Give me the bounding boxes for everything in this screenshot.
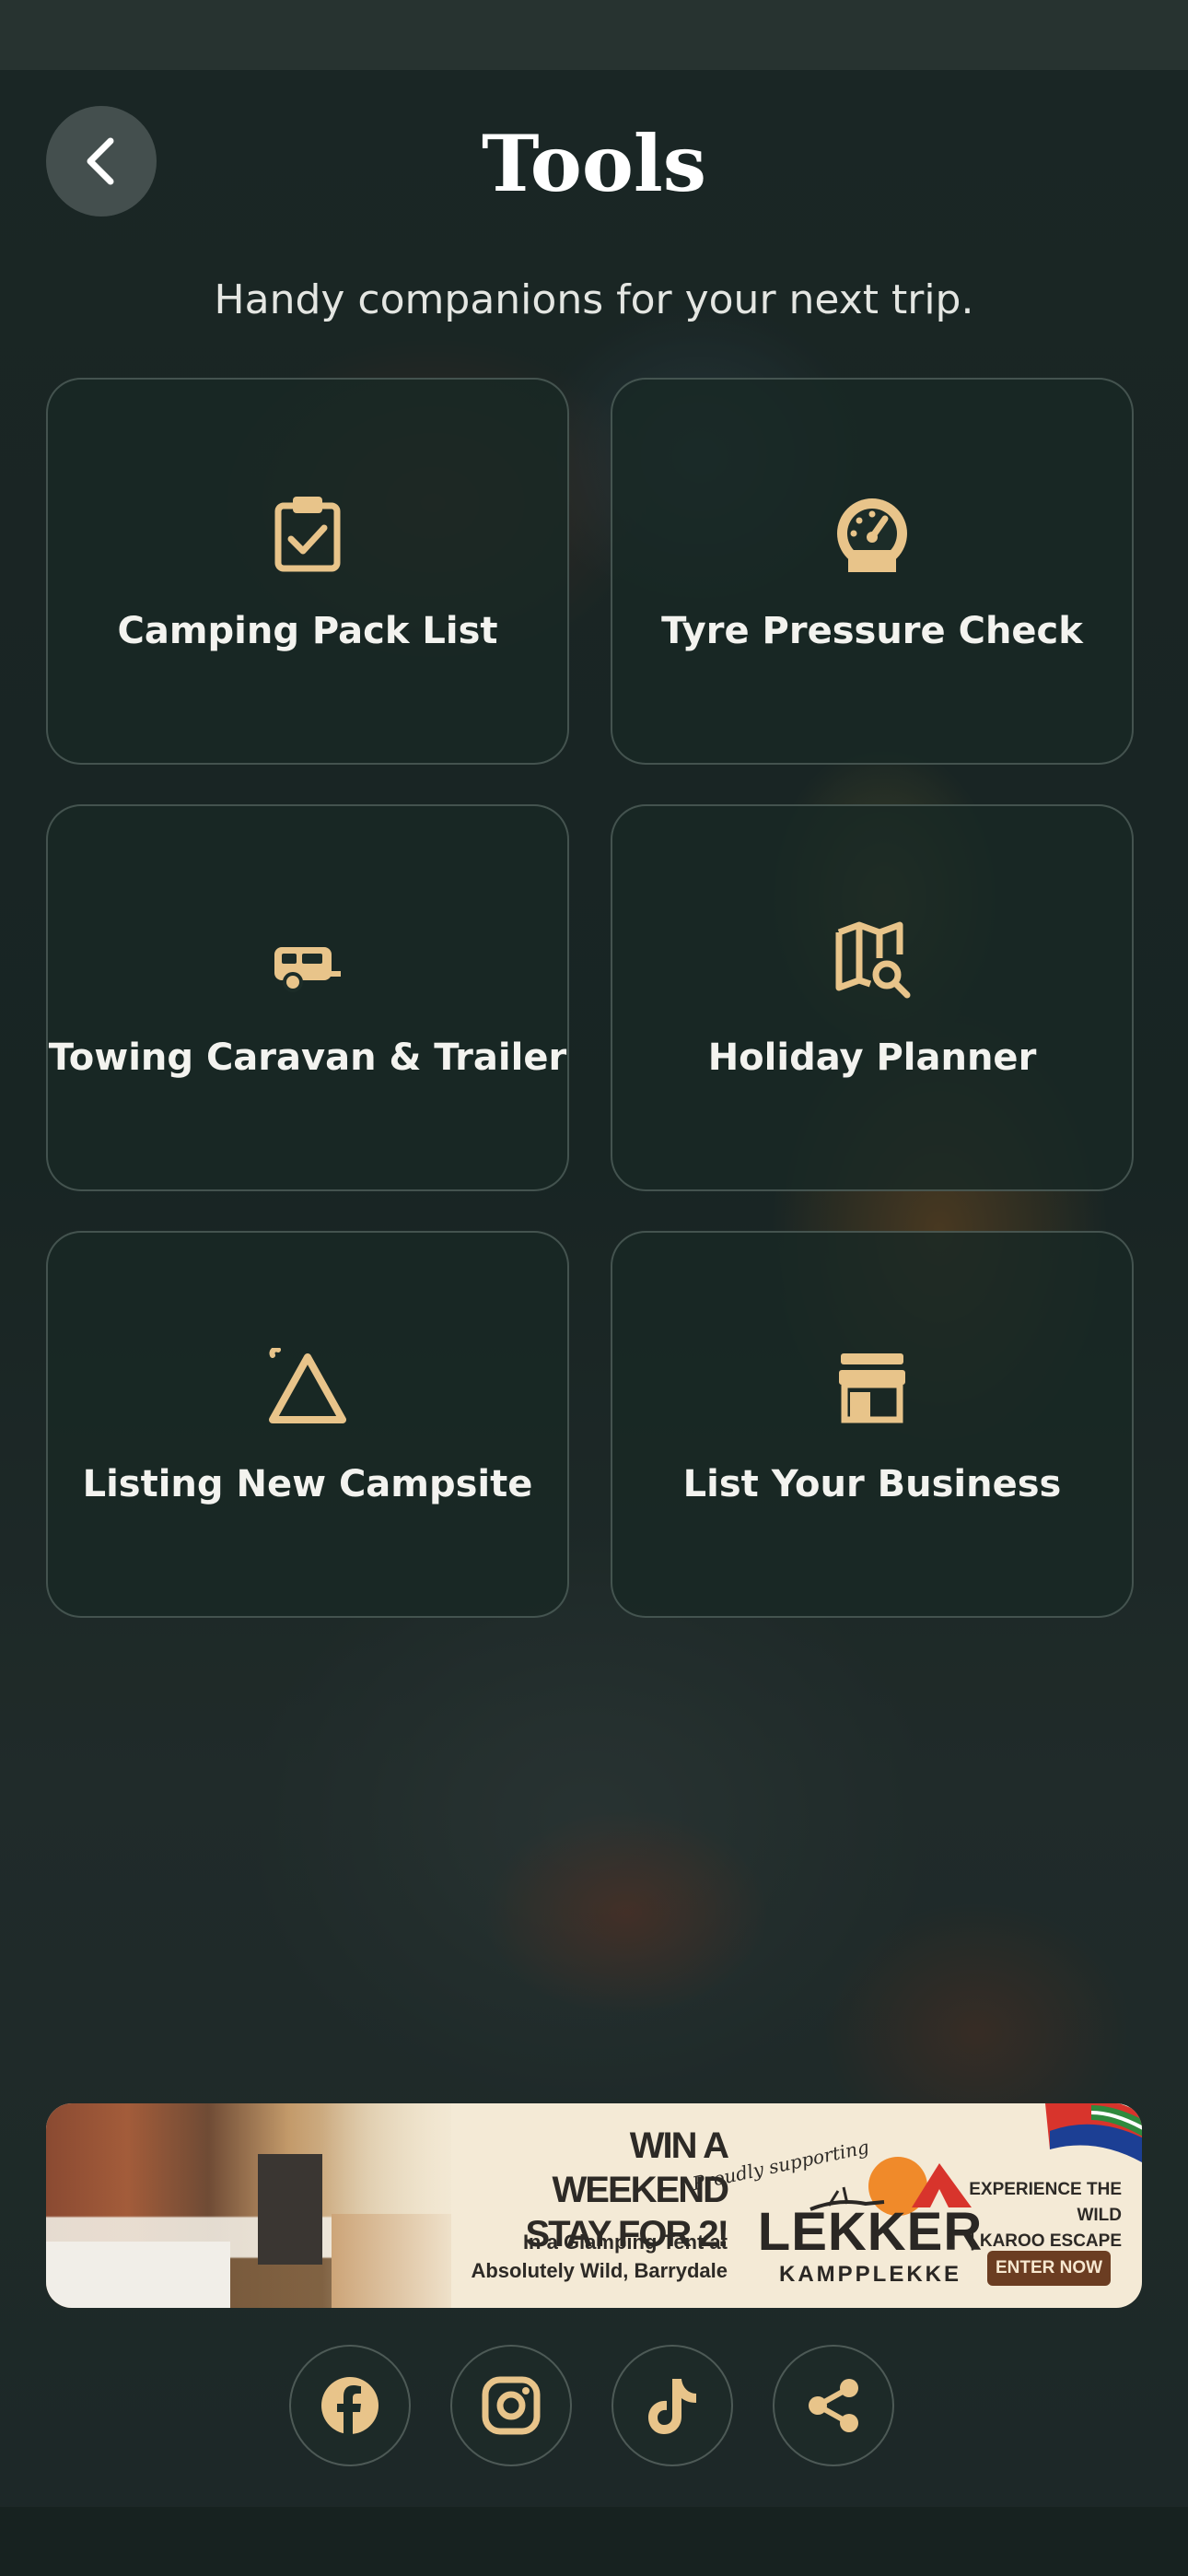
share-icon	[809, 2379, 858, 2432]
sa-flag-graphic	[1045, 2103, 1142, 2163]
tool-label: Tyre Pressure Check	[661, 610, 1083, 652]
page-title: Tools	[481, 118, 707, 209]
bottom-bar	[0, 2507, 1188, 2576]
tool-label: Listing New Campsite	[82, 1463, 533, 1505]
tool-card-listing-new-campsite[interactable]: Listing New Campsite	[46, 1231, 569, 1618]
gauge-icon	[837, 498, 907, 572]
map-search-icon	[835, 921, 911, 999]
tool-card-camping-pack-list[interactable]: Camping Pack List	[46, 378, 569, 765]
promo-banner[interactable]: WIN A WEEKEND STAY FOR 2! In a Glamping …	[46, 2103, 1142, 2308]
instagram-icon	[482, 2376, 541, 2435]
social-links	[0, 2345, 1188, 2470]
tiktok-button[interactable]	[611, 2345, 733, 2466]
tool-card-list-your-business[interactable]: List Your Business	[611, 1231, 1134, 1618]
tool-label: Holiday Planner	[707, 1036, 1037, 1079]
tool-label: Towing Caravan & Trailer	[48, 1036, 567, 1079]
status-bar	[0, 0, 1188, 70]
facebook-button[interactable]	[289, 2345, 411, 2466]
ad-brand-sub: KAMPPLEKKE	[778, 2262, 961, 2287]
tool-label: List Your Business	[682, 1463, 1062, 1505]
facebook-icon	[321, 2377, 379, 2436]
clipboard-check-icon	[274, 497, 341, 572]
share-button[interactable]	[773, 2345, 894, 2466]
storefront-icon	[839, 1353, 905, 1423]
page-subtitle: Handy companions for your next trip.	[214, 276, 974, 323]
tool-card-towing-caravan-trailer[interactable]: Towing Caravan & Trailer	[46, 804, 569, 1191]
ad-experience-text: EXPERIENCE THE WILD | KAROO ESCAPE	[969, 2180, 1122, 2251]
tool-card-tyre-pressure-check[interactable]: Tyre Pressure Check	[611, 378, 1134, 765]
ad-enter-now-button[interactable]: ENTER NOW	[987, 2251, 1111, 2286]
instagram-button[interactable]	[450, 2345, 572, 2466]
tool-card-holiday-planner[interactable]: Holiday Planner	[611, 804, 1134, 1191]
tent-icon	[269, 1348, 346, 1423]
tiktok-icon	[648, 2379, 696, 2434]
tool-label: Camping Pack List	[117, 610, 498, 652]
caravan-icon	[274, 947, 341, 992]
ad-subtext: In a Glamping Tent at Absolutely Wild, B…	[471, 2231, 728, 2282]
